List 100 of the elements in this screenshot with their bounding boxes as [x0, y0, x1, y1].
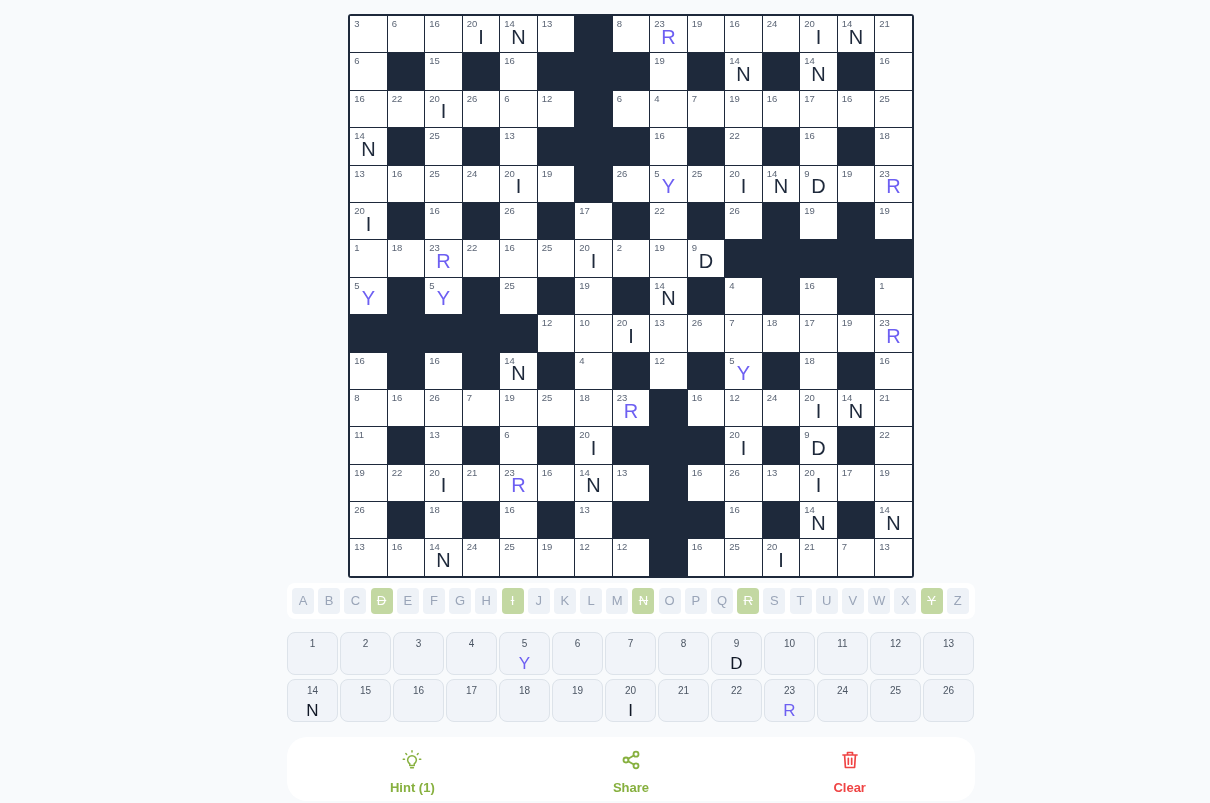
- letter-cell[interactable]: 6: [612, 90, 650, 128]
- letter-cell[interactable]: 6: [500, 90, 537, 128]
- letter-cell[interactable]: 17: [800, 315, 837, 352]
- key-slot[interactable]: 5 Y: [499, 631, 550, 675]
- letter-cell[interactable]: 4: [650, 90, 687, 128]
- key-slot[interactable]: 2: [340, 631, 391, 675]
- letter-cell[interactable]: 16: [387, 165, 425, 202]
- letter-cell[interactable]: 8: [612, 16, 650, 53]
- key-slot[interactable]: 1: [287, 631, 338, 675]
- key-slot[interactable]: 9 D: [711, 631, 762, 675]
- letter-cell[interactable]: 13: [762, 464, 800, 502]
- letter-cell[interactable]: 19: [800, 202, 837, 240]
- letter-cell[interactable]: 13: [875, 539, 912, 576]
- key-slot[interactable]: 18: [499, 678, 550, 722]
- key-slot[interactable]: 14 N: [287, 678, 338, 722]
- key-slot[interactable]: 23 R: [764, 678, 815, 722]
- letter-cell[interactable]: 19: [650, 240, 687, 277]
- key-slot[interactable]: 16: [393, 678, 444, 722]
- letter-cell[interactable]: 16: [387, 539, 425, 576]
- letter-cell[interactable]: 7: [837, 539, 875, 576]
- letter-cell[interactable]: 19: [837, 315, 875, 352]
- letter-cell[interactable]: 18: [387, 240, 425, 277]
- letter-cell[interactable]: 17: [800, 90, 837, 128]
- letter-cell[interactable]: 13: [350, 165, 387, 202]
- letter-cell[interactable]: 7: [725, 315, 762, 352]
- letter-cell[interactable]: 16: [350, 90, 387, 128]
- letter-cell[interactable]: 22: [387, 90, 425, 128]
- letter-cell[interactable]: 1: [350, 240, 387, 277]
- clear-button[interactable]: Clear: [740, 736, 959, 801]
- letter-cell[interactable]: 26: [612, 165, 650, 202]
- letter-cell[interactable]: 16: [500, 53, 537, 90]
- key-slot[interactable]: 8: [658, 631, 709, 675]
- letter-cell[interactable]: 25: [687, 165, 725, 202]
- key-slot[interactable]: 6: [552, 631, 603, 675]
- letter-cell[interactable]: 16: [837, 90, 875, 128]
- letter-cell[interactable]: 16: [687, 539, 725, 576]
- letter-cell[interactable]: 4: [725, 277, 762, 315]
- key-slot[interactable]: 4: [446, 631, 497, 675]
- letter-cell[interactable]: 13: [612, 464, 650, 502]
- letter-cell[interactable]: 11: [350, 427, 387, 464]
- letter-cell[interactable]: 25: [537, 389, 575, 427]
- letter-cell[interactable]: 12: [612, 539, 650, 576]
- letter-cell[interactable]: 18: [800, 352, 837, 389]
- letter-cell[interactable]: 1: [875, 277, 912, 315]
- key-slot[interactable]: 7: [605, 631, 656, 675]
- letter-cell[interactable]: 16: [800, 277, 837, 315]
- letter-cell[interactable]: 16: [387, 389, 425, 427]
- letter-cell[interactable]: 10: [575, 315, 612, 352]
- letter-cell[interactable]: 19: [725, 90, 762, 128]
- letter-cell[interactable]: 16: [425, 16, 462, 53]
- letter-cell[interactable]: 2: [612, 240, 650, 277]
- letter-cell[interactable]: 22: [387, 464, 425, 502]
- letter-cell[interactable]: 12: [725, 389, 762, 427]
- letter-cell[interactable]: 16: [725, 16, 762, 53]
- key-slot[interactable]: 15: [340, 678, 391, 722]
- letter-cell[interactable]: 16: [425, 202, 462, 240]
- letter-cell[interactable]: 4: [575, 352, 612, 389]
- letter-cell[interactable]: 17: [837, 464, 875, 502]
- letter-cell[interactable]: 16: [800, 128, 837, 165]
- letter-cell[interactable]: 26: [350, 502, 387, 539]
- letter-cell[interactable]: 16: [500, 502, 537, 539]
- key-slot[interactable]: 19: [552, 678, 603, 722]
- letter-cell[interactable]: 25: [500, 539, 537, 576]
- letter-cell[interactable]: 26: [725, 464, 762, 502]
- letter-cell[interactable]: 16: [425, 352, 462, 389]
- key-slot[interactable]: 13: [923, 631, 974, 675]
- letter-cell[interactable]: 13: [425, 427, 462, 464]
- letter-cell[interactable]: 16: [725, 502, 762, 539]
- key-slot[interactable]: 11: [817, 631, 868, 675]
- letter-cell[interactable]: 7: [462, 389, 500, 427]
- letter-cell[interactable]: 26: [725, 202, 762, 240]
- letter-cell[interactable]: 19: [500, 389, 537, 427]
- letter-cell[interactable]: 18: [875, 128, 912, 165]
- letter-cell[interactable]: 24: [462, 165, 500, 202]
- key-slot[interactable]: 17: [446, 678, 497, 722]
- letter-cell[interactable]: 18: [575, 389, 612, 427]
- letter-cell[interactable]: 25: [425, 165, 462, 202]
- letter-cell[interactable]: 8: [350, 389, 387, 427]
- letter-cell[interactable]: 13: [500, 128, 537, 165]
- letter-cell[interactable]: 7: [687, 90, 725, 128]
- key-slot[interactable]: 12: [870, 631, 921, 675]
- letter-cell[interactable]: 16: [875, 53, 912, 90]
- letter-cell[interactable]: 13: [350, 539, 387, 576]
- letter-cell[interactable]: 21: [875, 389, 912, 427]
- letter-cell[interactable]: 12: [650, 352, 687, 389]
- letter-cell[interactable]: 16: [687, 464, 725, 502]
- letter-cell[interactable]: 24: [762, 389, 800, 427]
- letter-cell[interactable]: 19: [837, 165, 875, 202]
- letter-cell[interactable]: 26: [462, 90, 500, 128]
- letter-cell[interactable]: 16: [762, 90, 800, 128]
- letter-cell[interactable]: 15: [425, 53, 462, 90]
- letter-cell[interactable]: 17: [575, 202, 612, 240]
- key-slot[interactable]: 20 I: [605, 678, 656, 722]
- letter-cell[interactable]: 25: [875, 90, 912, 128]
- letter-cell[interactable]: 25: [425, 128, 462, 165]
- letter-cell[interactable]: 16: [875, 352, 912, 389]
- letter-cell[interactable]: 12: [537, 315, 575, 352]
- letter-cell[interactable]: 21: [462, 464, 500, 502]
- letter-cell[interactable]: 19: [687, 16, 725, 53]
- letter-cell[interactable]: 21: [875, 16, 912, 53]
